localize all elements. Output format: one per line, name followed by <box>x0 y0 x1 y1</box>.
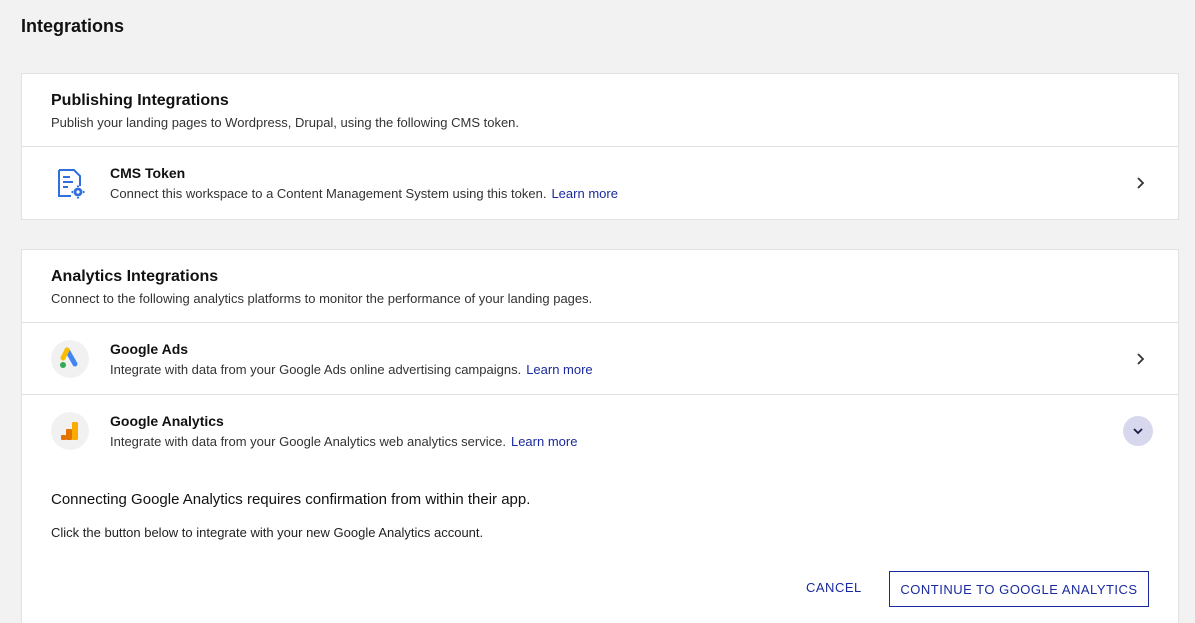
publishing-subheading: Publish your landing pages to Wordpress,… <box>51 115 520 130</box>
page-title: Integrations <box>21 16 125 36</box>
google-ads-learn-more-link[interactable]: Learn more <box>526 362 592 377</box>
google-analytics-icon <box>51 412 89 450</box>
google-ads-description: Integrate with data from your Google Ads… <box>110 362 593 377</box>
confirm-message: Connecting Google Analytics requires con… <box>51 491 531 508</box>
google-analytics-learn-more-link[interactable]: Learn more <box>511 434 577 449</box>
google-analytics-row[interactable]: Google Analytics Integrate with data fro… <box>22 395 1178 467</box>
cancel-button[interactable]: CANCEL <box>806 580 862 595</box>
analytics-header: Analytics Integrations Connect to the fo… <box>22 250 1178 323</box>
cms-token-learn-more-link[interactable]: Learn more <box>551 186 617 201</box>
collapse-button[interactable] <box>1123 416 1153 446</box>
analytics-integrations-card: Analytics Integrations Connect to the fo… <box>21 249 1179 623</box>
chevron-right-icon[interactable] <box>1132 175 1148 191</box>
google-analytics-description: Integrate with data from your Google Ana… <box>110 434 577 449</box>
continue-to-google-analytics-button[interactable]: CONTINUE TO GOOGLE ANALYTICS <box>889 571 1149 607</box>
google-ads-row[interactable]: Google Ads Integrate with data from your… <box>22 323 1178 395</box>
document-gear-icon <box>51 164 89 202</box>
publishing-integrations-card: Publishing Integrations Publish your lan… <box>21 73 1179 220</box>
analytics-heading: Analytics Integrations <box>51 268 219 285</box>
cms-token-row[interactable]: CMS Token Connect this workspace to a Co… <box>22 147 1178 219</box>
google-ads-icon <box>51 340 89 378</box>
google-analytics-description-text: Integrate with data from your Google Ana… <box>110 434 506 449</box>
google-ads-description-text: Integrate with data from your Google Ads… <box>110 362 522 377</box>
publishing-header: Publishing Integrations Publish your lan… <box>22 74 1178 147</box>
instruction-message: Click the button below to integrate with… <box>51 525 484 540</box>
cms-token-title: CMS Token <box>110 165 186 181</box>
cms-token-description: Connect this workspace to a Content Mana… <box>110 186 618 201</box>
chevron-right-icon[interactable] <box>1132 351 1148 367</box>
publishing-heading: Publishing Integrations <box>51 92 229 109</box>
google-ads-title: Google Ads <box>110 341 189 357</box>
google-analytics-title: Google Analytics <box>110 413 224 429</box>
analytics-subheading: Connect to the following analytics platf… <box>51 291 593 306</box>
cms-token-description-text: Connect this workspace to a Content Mana… <box>110 186 547 201</box>
chevron-down-icon <box>1133 428 1143 435</box>
